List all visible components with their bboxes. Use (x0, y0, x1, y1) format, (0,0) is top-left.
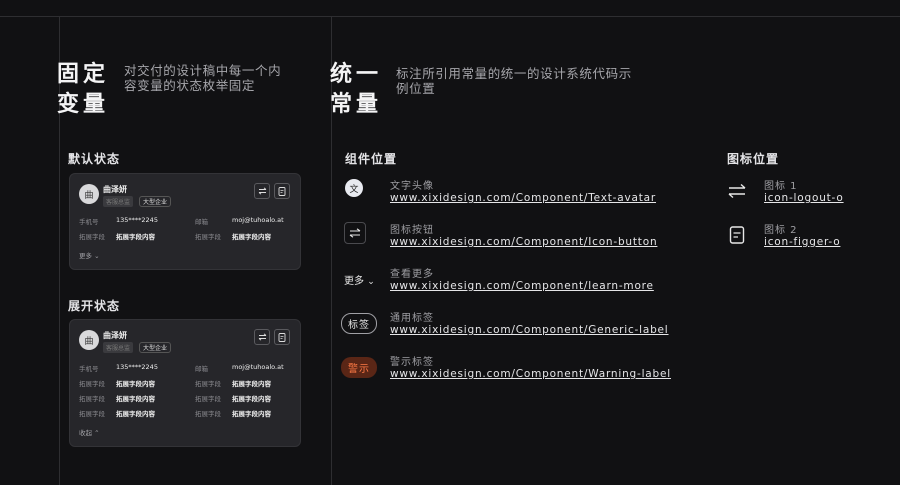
field-value: 拓展字段内容 (116, 233, 155, 241)
document-icon (278, 332, 286, 342)
fixed-variables-description: 对交付的设计稿中每一个内容变量的状态枚举固定 (124, 63, 282, 93)
field-label: 拓展字段 (195, 233, 221, 241)
avatar: 曲 (79, 184, 99, 204)
contact-card-default: 曲 曲泽妍 客服总监 大型企业 手机号 135****2245 邮箱 moj@t… (69, 173, 301, 270)
document-button[interactable] (274, 329, 290, 345)
unified-constants-description: 标注所引用常量的统一的设计系统代码示例位置 (396, 66, 632, 96)
default-state-label: 默认状态 (68, 152, 121, 166)
icon-button-demo (344, 222, 366, 244)
field-label: 拓展字段 (79, 395, 105, 403)
fixed-variables-title: 固定变量 (57, 62, 110, 117)
top-divider (0, 16, 900, 17)
chevron-down-icon: ⌄ (94, 252, 100, 260)
swap-arrows-icon (258, 187, 266, 195)
component-link[interactable]: www.xixidesign.com/Component/Generic-lab… (390, 324, 669, 336)
components-label: 组件位置 (345, 152, 398, 166)
chevron-up-icon: ⌃ (94, 429, 100, 437)
contact-card-expanded: 曲 曲泽妍 客服总监 大型企业 手机号 135****2245 邮箱 moj@t… (69, 319, 301, 447)
role-tag: 客服总监 (103, 196, 134, 207)
role-tag: 客服总监 (103, 342, 134, 353)
learn-more-label: 更多 (344, 276, 364, 287)
text-avatar-demo: 文 (345, 179, 363, 197)
field-label: 拓展字段 (79, 410, 105, 418)
unified-constants-title: 统一常量 (330, 62, 383, 117)
field-value: 拓展字段内容 (232, 410, 271, 418)
component-name: 查看更多 (390, 269, 434, 280)
contact-name: 曲泽妍 (103, 185, 127, 194)
field-label: 拓展字段 (195, 410, 221, 418)
field-value: 拓展字段内容 (116, 380, 155, 388)
expanded-state-label: 展开状态 (68, 299, 121, 313)
field-value: 拓展字段内容 (232, 395, 271, 403)
component-name: 文字头像 (390, 181, 434, 192)
icon-name: 图标 1 (764, 181, 798, 192)
field-label: 拓展字段 (195, 380, 221, 388)
icons-label: 图标位置 (727, 152, 780, 166)
field-value: 135****2245 (116, 363, 158, 371)
avatar: 曲 (79, 330, 99, 350)
toggle-label: 更多 (79, 252, 92, 260)
component-name: 图标按钮 (390, 225, 434, 236)
warning-label-demo: 警示 (341, 357, 377, 378)
icon-code[interactable]: icon-figger-o (764, 236, 840, 248)
document-button[interactable] (274, 183, 290, 199)
chevron-down-icon: ⌄ (367, 277, 375, 287)
learn-more-demo: 更多 ⌄ (344, 272, 375, 287)
toggle-label: 收起 (79, 429, 92, 437)
contact-name: 曲泽妍 (103, 331, 127, 340)
document-icon (729, 226, 745, 248)
field-value: moj@tuhoalo.at (232, 216, 284, 224)
generic-label-demo: 标签 (341, 313, 377, 334)
collapse-toggle[interactable]: 收起 ⌃ (79, 427, 100, 437)
show-more-toggle[interactable]: 更多 ⌄ (79, 250, 100, 260)
component-link[interactable]: www.xixidesign.com/Component/learn-more (390, 280, 654, 292)
field-label: 邮箱 (195, 365, 208, 373)
component-name: 警示标签 (390, 357, 434, 368)
field-value: 拓展字段内容 (116, 395, 155, 403)
swap-button[interactable] (254, 183, 270, 199)
swap-arrows-icon (349, 228, 361, 238)
field-value: 拓展字段内容 (116, 410, 155, 418)
icon-code[interactable]: icon-logout-o (764, 192, 844, 204)
field-value: moj@tuhoalo.at (232, 363, 284, 371)
field-label: 邮箱 (195, 218, 208, 226)
swap-arrows-icon (258, 333, 266, 341)
field-value: 拓展字段内容 (232, 380, 271, 388)
company-tag: 大型企业 (139, 342, 172, 353)
icon-name: 图标 2 (764, 225, 798, 236)
field-label: 手机号 (79, 365, 99, 373)
swap-arrows-icon (728, 183, 746, 203)
field-label: 手机号 (79, 218, 99, 226)
component-name: 通用标签 (390, 313, 434, 324)
component-link[interactable]: www.xixidesign.com/Component/Text-avatar (390, 192, 656, 204)
field-value: 135****2245 (116, 216, 158, 224)
field-label: 拓展字段 (195, 395, 221, 403)
field-label: 拓展字段 (79, 380, 105, 388)
component-link[interactable]: www.xixidesign.com/Component/Icon-button (390, 236, 657, 248)
company-tag: 大型企业 (139, 196, 172, 207)
document-icon (278, 186, 286, 196)
field-label: 拓展字段 (79, 233, 105, 241)
swap-button[interactable] (254, 329, 270, 345)
field-value: 拓展字段内容 (232, 233, 271, 241)
component-link[interactable]: www.xixidesign.com/Component/Warning-lab… (390, 368, 671, 380)
